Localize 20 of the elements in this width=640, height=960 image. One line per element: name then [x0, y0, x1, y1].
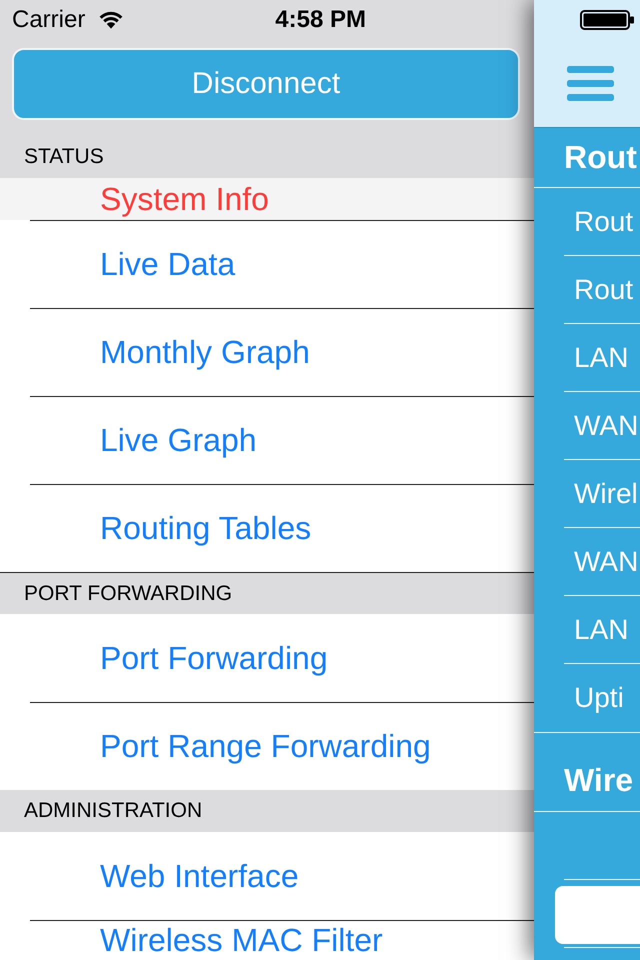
wifi-signal-icon	[99, 11, 124, 29]
menu-item[interactable]: System Info	[0, 178, 534, 220]
section-header: ADMINISTRATION	[0, 790, 534, 832]
section-header: STATUS	[0, 136, 534, 178]
row-label: Rout	[574, 273, 634, 307]
section-title: Rout	[534, 128, 640, 188]
section-header: PORT FORWARDING	[0, 572, 534, 614]
menu-icon[interactable]	[567, 66, 614, 101]
battery-icon	[580, 10, 634, 30]
clock-time: 4:58 PM	[275, 6, 366, 34]
row-label: LAN	[574, 613, 628, 647]
row-label: Wirel	[574, 477, 638, 511]
row-label: WAN	[574, 545, 638, 579]
disconnect-button[interactable]: Disconnect	[12, 48, 520, 120]
section-title: Wire	[534, 732, 640, 812]
row-label: Rout	[574, 205, 634, 239]
row-label: Upti	[574, 681, 624, 715]
row-label: WAN	[574, 409, 638, 443]
carrier-name: Carrier	[12, 6, 86, 34]
row-label: LAN	[574, 341, 628, 375]
